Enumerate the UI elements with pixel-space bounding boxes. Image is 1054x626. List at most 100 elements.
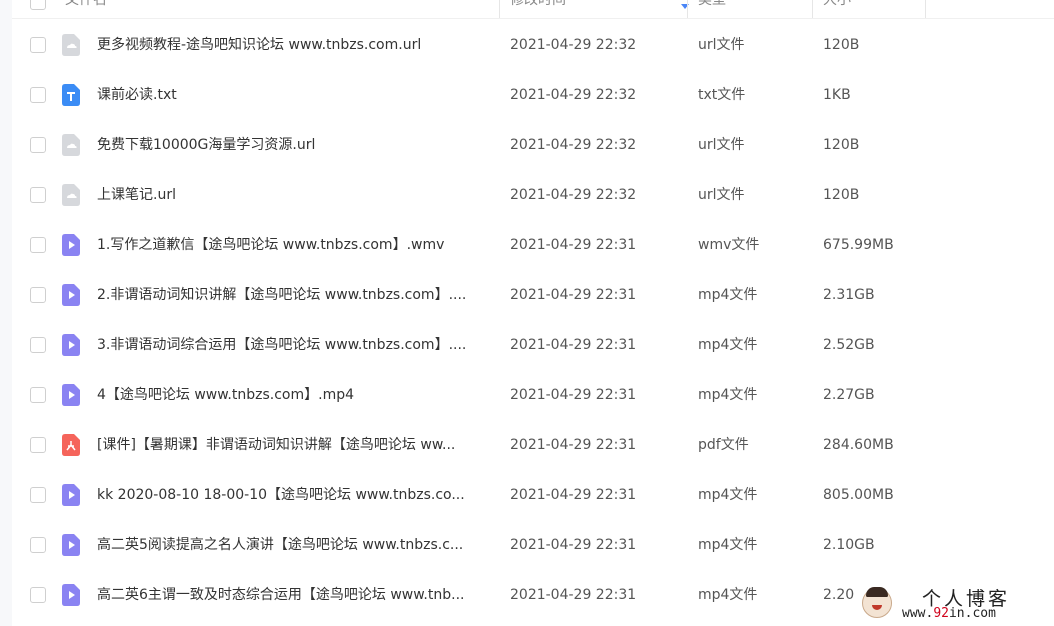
column-header-type[interactable]: 类型 — [698, 0, 726, 18]
file-row[interactable]: 更多视频教程-途鸟吧知识论坛 www.tnbzs.com.url 2021-04-… — [12, 20, 1054, 70]
row-checkbox[interactable] — [30, 37, 46, 53]
file-row[interactable]: [课件]【暑期课】非谓语动词知识讲解【途鸟吧论坛 ww... 2021-04-29… — [12, 420, 1054, 470]
file-name[interactable]: 高二英6主谓一致及时态综合运用【途鸟吧论坛 www.tnb... — [97, 570, 492, 620]
file-modified-time: 2021-04-29 22:31 — [510, 287, 637, 303]
file-list-header: 文件名 修改时间 类型 大小 — [12, 0, 1054, 19]
file-row[interactable]: 1.写作之道歉信【途鸟吧论坛 www.tnbzs.com】.wmv 2021-04… — [12, 220, 1054, 270]
row-checkbox[interactable] — [30, 237, 46, 253]
file-type: mp4文件 — [698, 287, 758, 303]
file-row[interactable]: 4【途鸟吧论坛 www.tnbzs.com】.mp4 2021-04-29 22:… — [12, 370, 1054, 420]
file-size: 2.20 — [823, 587, 855, 603]
file-type: mp4文件 — [698, 337, 758, 353]
file-modified-time: 2021-04-29 22:31 — [510, 587, 637, 603]
blog-watermark: 个人博客 www.92in.com — [862, 584, 1054, 626]
file-type: url文件 — [698, 137, 745, 153]
row-checkbox[interactable] — [30, 87, 46, 103]
file-name[interactable]: 更多视频教程-途鸟吧知识论坛 www.tnbzs.com.url — [97, 20, 492, 70]
video-file-icon — [62, 334, 80, 356]
file-row[interactable]: kk 2020-08-10 18-00-10【途鸟吧论坛 www.tnbzs.c… — [12, 470, 1054, 520]
video-file-icon — [62, 384, 80, 406]
video-file-icon — [62, 234, 80, 256]
file-size: 120B — [823, 37, 860, 53]
file-row[interactable]: 高二英5阅读提高之名人演讲【途鸟吧论坛 www.tnbzs.c... 2021-0… — [12, 520, 1054, 570]
url-file-icon — [62, 34, 80, 56]
file-modified-time: 2021-04-29 22:31 — [510, 487, 637, 503]
video-file-icon — [62, 534, 80, 556]
file-size: 120B — [823, 137, 860, 153]
column-divider[interactable] — [499, 0, 500, 18]
select-all-checkbox[interactable] — [30, 0, 46, 10]
row-checkbox[interactable] — [30, 337, 46, 353]
file-name[interactable]: 课前必读.txt — [97, 70, 492, 120]
file-type: pdf文件 — [698, 437, 749, 453]
row-checkbox[interactable] — [30, 587, 46, 603]
video-file-icon — [62, 584, 80, 606]
file-size: 284.60MB — [823, 437, 894, 453]
file-modified-time: 2021-04-29 22:31 — [510, 437, 637, 453]
file-name[interactable]: 1.写作之道歉信【途鸟吧论坛 www.tnbzs.com】.wmv — [97, 220, 492, 270]
row-checkbox[interactable] — [30, 287, 46, 303]
file-type: url文件 — [698, 187, 745, 203]
txt-file-icon — [62, 84, 80, 106]
column-header-name[interactable]: 文件名 — [65, 0, 107, 18]
watermark-url-highlight: 92 — [933, 606, 949, 621]
file-type: mp4文件 — [698, 587, 758, 603]
file-type: txt文件 — [698, 87, 746, 103]
video-file-icon — [62, 284, 80, 306]
file-size: 2.31GB — [823, 287, 875, 303]
watermark-url-suffix: in.com — [948, 606, 996, 621]
column-divider[interactable] — [687, 0, 688, 18]
row-checkbox[interactable] — [30, 187, 46, 203]
file-size: 805.00MB — [823, 487, 894, 503]
file-size: 2.52GB — [823, 337, 875, 353]
file-name[interactable]: 3.非谓语动词综合运用【途鸟吧论坛 www.tnbzs.com】.... — [97, 320, 492, 370]
file-name[interactable]: kk 2020-08-10 18-00-10【途鸟吧论坛 www.tnbzs.c… — [97, 470, 492, 520]
column-divider[interactable] — [812, 0, 813, 18]
file-size: 2.10GB — [823, 537, 875, 553]
file-type: wmv文件 — [698, 237, 760, 253]
row-checkbox[interactable] — [30, 487, 46, 503]
column-header-modified-time[interactable]: 修改时间 — [510, 0, 566, 18]
column-divider[interactable] — [925, 0, 926, 18]
file-modified-time: 2021-04-29 22:31 — [510, 387, 637, 403]
pdf-file-icon — [62, 434, 80, 456]
file-name[interactable]: 上课笔记.url — [97, 170, 492, 220]
file-size: 1KB — [823, 87, 851, 103]
row-checkbox[interactable] — [30, 137, 46, 153]
file-type: mp4文件 — [698, 537, 758, 553]
row-checkbox[interactable] — [30, 387, 46, 403]
file-list: 更多视频教程-途鸟吧知识论坛 www.tnbzs.com.url 2021-04-… — [12, 20, 1054, 620]
file-row[interactable]: 2.非谓语动词知识讲解【途鸟吧论坛 www.tnbzs.com】.... 2021… — [12, 270, 1054, 320]
file-name[interactable]: [课件]【暑期课】非谓语动词知识讲解【途鸟吧论坛 ww... — [97, 420, 492, 470]
left-gutter — [0, 0, 12, 626]
file-size: 675.99MB — [823, 237, 894, 253]
file-type: mp4文件 — [698, 487, 758, 503]
file-modified-time: 2021-04-29 22:32 — [510, 37, 637, 53]
column-header-size[interactable]: 大小 — [823, 0, 851, 18]
file-size: 120B — [823, 187, 860, 203]
row-checkbox[interactable] — [30, 437, 46, 453]
file-modified-time: 2021-04-29 22:31 — [510, 237, 637, 253]
file-row[interactable]: 3.非谓语动词综合运用【途鸟吧论坛 www.tnbzs.com】.... 2021… — [12, 320, 1054, 370]
file-name[interactable]: 高二英5阅读提高之名人演讲【途鸟吧论坛 www.tnbzs.c... — [97, 520, 492, 570]
url-file-icon — [62, 184, 80, 206]
file-size: 2.27GB — [823, 387, 875, 403]
file-name[interactable]: 2.非谓语动词知识讲解【途鸟吧论坛 www.tnbzs.com】.... — [97, 270, 492, 320]
file-name[interactable]: 4【途鸟吧论坛 www.tnbzs.com】.mp4 — [97, 370, 492, 420]
file-name[interactable]: 免费下载10000G海量学习资源.url — [97, 120, 492, 170]
url-file-icon — [62, 134, 80, 156]
file-modified-time: 2021-04-29 22:32 — [510, 87, 637, 103]
file-type: mp4文件 — [698, 387, 758, 403]
file-row[interactable]: 课前必读.txt 2021-04-29 22:32 txt文件 1KB — [12, 70, 1054, 120]
file-modified-time: 2021-04-29 22:31 — [510, 537, 637, 553]
row-checkbox[interactable] — [30, 537, 46, 553]
file-modified-time: 2021-04-29 22:32 — [510, 187, 637, 203]
watermark-url-prefix: www. — [902, 606, 934, 621]
file-modified-time: 2021-04-29 22:32 — [510, 137, 637, 153]
file-row[interactable]: 免费下载10000G海量学习资源.url 2021-04-29 22:32 url文… — [12, 120, 1054, 170]
avatar-face-icon — [862, 587, 892, 618]
file-modified-time: 2021-04-29 22:31 — [510, 337, 637, 353]
watermark-url: www.92in.com — [902, 606, 996, 621]
file-type: url文件 — [698, 37, 745, 53]
file-row[interactable]: 上课笔记.url 2021-04-29 22:32 url文件 120B — [12, 170, 1054, 220]
